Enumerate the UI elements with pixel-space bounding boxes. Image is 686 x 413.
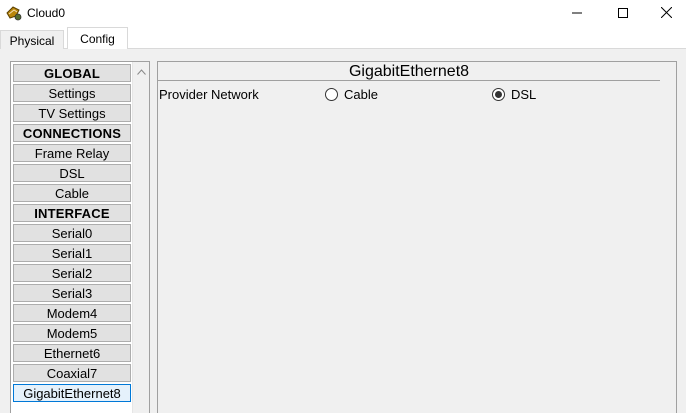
provider-network-label: Provider Network xyxy=(159,87,259,102)
config-content: GLOBAL Settings TV Settings CONNECTIONS … xyxy=(0,49,686,413)
sidebar-item-gigabitethernet8[interactable]: GigabitEthernet8 xyxy=(13,384,131,402)
close-button[interactable] xyxy=(646,0,686,27)
sidebar-header-global: GLOBAL xyxy=(13,64,131,82)
cloud-device-icon xyxy=(5,4,23,22)
sidebar-item-serial2[interactable]: Serial2 xyxy=(13,264,131,282)
interface-config-panel: GigabitEthernet8 Provider Network Cable … xyxy=(157,61,677,413)
cable-radio-circle[interactable] xyxy=(325,88,338,101)
title-bar: Cloud0 xyxy=(0,0,686,27)
sidebar-item-frame-relay[interactable]: Frame Relay xyxy=(13,144,131,162)
cable-radio-label: Cable xyxy=(344,87,378,102)
sidebar-item-serial3[interactable]: Serial3 xyxy=(13,284,131,302)
cable-radio[interactable]: Cable xyxy=(325,87,378,102)
sidebar-item-serial1[interactable]: Serial1 xyxy=(13,244,131,262)
minimize-button[interactable] xyxy=(554,0,600,27)
sidebar-item-serial0[interactable]: Serial0 xyxy=(13,224,131,242)
sidebar-item-dsl[interactable]: DSL xyxy=(13,164,131,182)
sidebar-list: GLOBAL Settings TV Settings CONNECTIONS … xyxy=(13,64,133,404)
sidebar-item-ethernet6[interactable]: Ethernet6 xyxy=(13,344,131,362)
minimize-icon xyxy=(572,6,582,21)
sidebar-item-coaxial7[interactable]: Coaxial7 xyxy=(13,364,131,382)
chevron-up-icon xyxy=(137,63,146,78)
dsl-radio-circle[interactable] xyxy=(492,88,505,101)
sidebar-item-cable[interactable]: Cable xyxy=(13,184,131,202)
sidebar-item-tv-settings[interactable]: TV Settings xyxy=(13,104,131,122)
tab-strip: Physical Config xyxy=(0,27,686,50)
scroll-up-button[interactable] xyxy=(133,62,150,79)
window-title: Cloud0 xyxy=(27,6,66,20)
sidebar-nav: GLOBAL Settings TV Settings CONNECTIONS … xyxy=(10,61,150,413)
provider-network-row: Provider Network Cable DSL xyxy=(158,86,668,104)
dsl-radio-label: DSL xyxy=(511,87,537,102)
sidebar-header-interface: INTERFACE xyxy=(13,204,131,222)
sidebar-header-connections: CONNECTIONS xyxy=(13,124,131,142)
sidebar-item-modem5[interactable]: Modem5 xyxy=(13,324,131,342)
maximize-icon xyxy=(618,6,628,21)
tab-physical[interactable]: Physical xyxy=(0,30,64,50)
tab-config[interactable]: Config xyxy=(67,27,128,50)
sidebar-item-modem4[interactable]: Modem4 xyxy=(13,304,131,322)
maximize-button[interactable] xyxy=(600,0,646,27)
panel-title: GigabitEthernet8 xyxy=(158,62,660,81)
dsl-radio[interactable]: DSL xyxy=(492,87,536,102)
sidebar-scrollbar[interactable] xyxy=(132,62,149,413)
sidebar-item-settings[interactable]: Settings xyxy=(13,84,131,102)
close-icon xyxy=(660,6,672,21)
